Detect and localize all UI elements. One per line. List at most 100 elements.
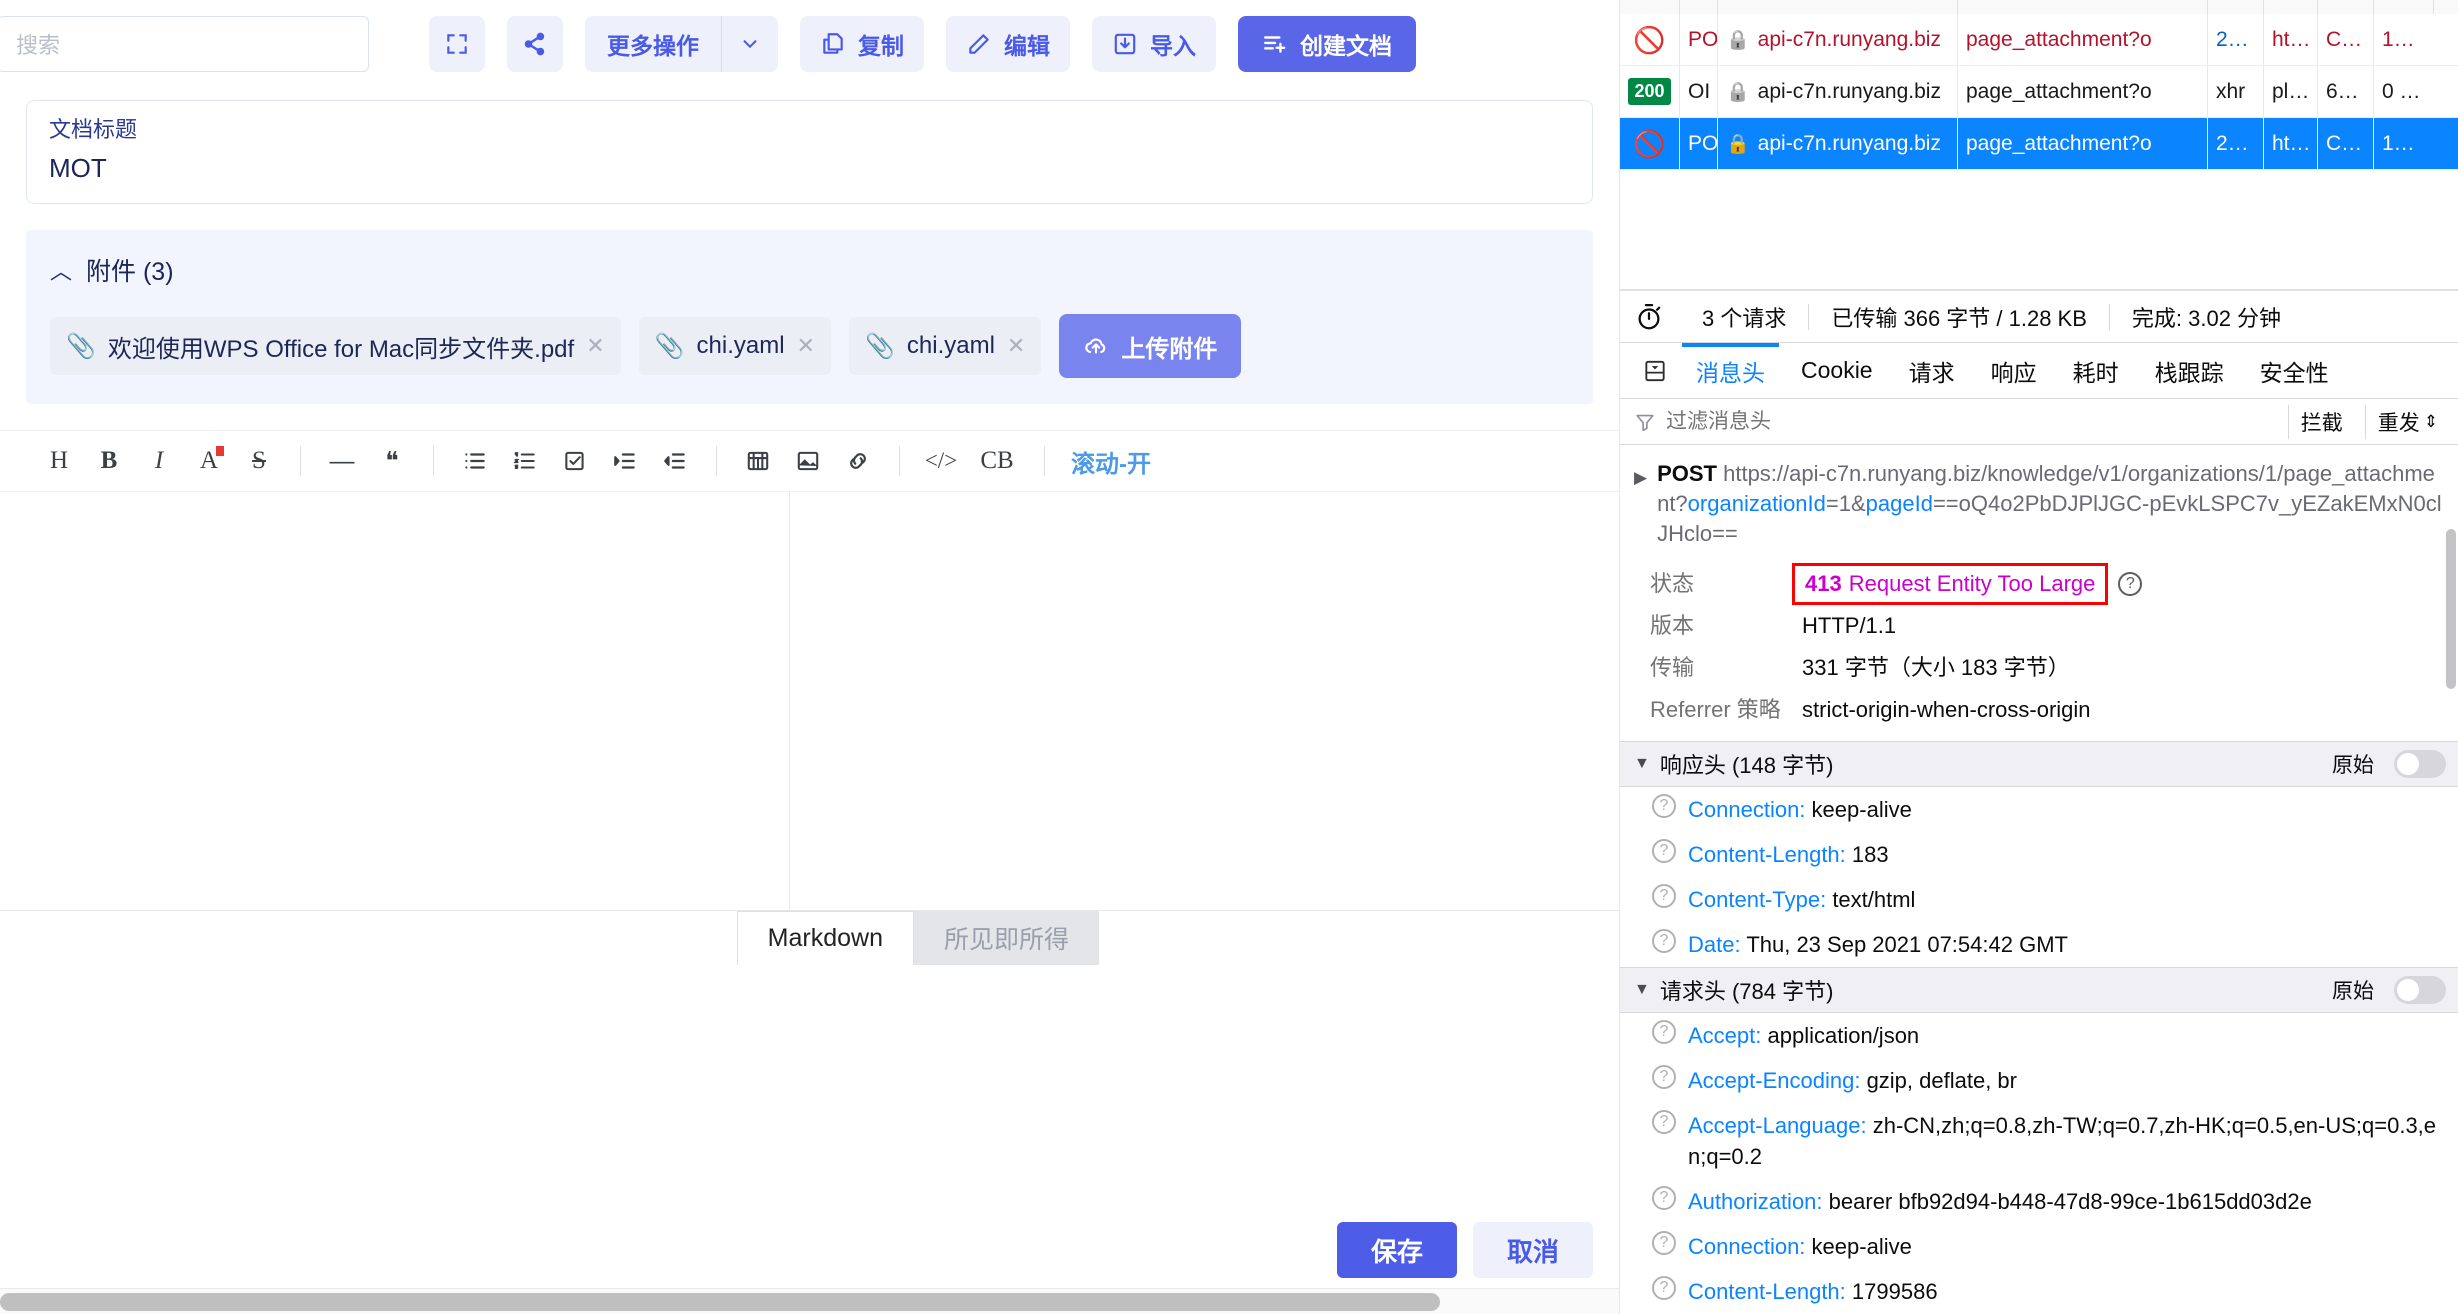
fullscreen-button[interactable] xyxy=(429,16,485,72)
scroll-sync-toggle[interactable]: 滚动-开 xyxy=(1061,444,1161,479)
ordered-list-button[interactable] xyxy=(500,436,550,486)
attachment-chip[interactable]: 📎 chi.yaml ✕ xyxy=(849,317,1042,375)
link-button[interactable] xyxy=(833,436,883,486)
attachments-panel: ︿ 附件 (3) 📎 欢迎使用WPS Office for Mac同步文件夹.p… xyxy=(26,230,1593,404)
strikethrough-button[interactable]: S xyxy=(234,436,284,486)
header-help-icon[interactable]: ? xyxy=(1652,1276,1676,1300)
more-actions-button[interactable]: 更多操作 xyxy=(585,16,721,72)
summary-request-count: 3 个请求 xyxy=(1702,305,1787,331)
header-text: Content-Length: 183 xyxy=(1688,839,1889,870)
header-help-icon[interactable]: ? xyxy=(1652,1186,1676,1210)
checklist-icon xyxy=(562,448,588,474)
header-help-icon[interactable]: ? xyxy=(1652,1020,1676,1044)
italic-button[interactable]: I xyxy=(134,436,184,486)
tab-markdown[interactable]: Markdown xyxy=(736,911,914,965)
attachments-header[interactable]: ︿ 附件 (3) xyxy=(50,252,1569,288)
import-button[interactable]: 导入 xyxy=(1092,16,1216,72)
attachment-chip[interactable]: 📎 欢迎使用WPS Office for Mac同步文件夹.pdf ✕ xyxy=(50,317,621,375)
checklist-button[interactable] xyxy=(550,436,600,486)
table-row[interactable]: 🚫 PO 🔒 api-c7n.runyang.biz page_attachme… xyxy=(1620,118,2458,170)
response-raw-toggle[interactable] xyxy=(2394,750,2446,778)
chevron-down-icon[interactable]: ▼ xyxy=(1634,755,1650,773)
tab-timings[interactable]: 耗时 xyxy=(2055,343,2137,399)
search-input[interactable]: 搜索 xyxy=(0,16,369,72)
tab-cookies[interactable]: Cookie xyxy=(1783,343,1891,399)
remove-attachment-icon[interactable]: ✕ xyxy=(797,333,815,359)
markdown-source-editor[interactable] xyxy=(0,492,790,910)
blockquote-button[interactable]: ❝ xyxy=(367,436,417,486)
tab-response[interactable]: 响应 xyxy=(1973,343,2055,399)
request-url-block[interactable]: ▶ POST https://api-c7n.runyang.biz/knowl… xyxy=(1620,445,2458,559)
header-help-icon[interactable]: ? xyxy=(1652,1231,1676,1255)
table-button[interactable] xyxy=(733,436,783,486)
table-row[interactable]: 200 OI 🔒 api-c7n.runyang.biz page_attach… xyxy=(1620,66,2458,118)
request-time-cell: 0 … xyxy=(2382,79,2421,103)
toggle-detail-panel-icon[interactable] xyxy=(1632,358,1678,384)
bullet-list-icon xyxy=(462,448,488,474)
bullet-list-button[interactable] xyxy=(450,436,500,486)
copy-icon xyxy=(820,31,846,57)
more-actions-label: 更多操作 xyxy=(607,33,699,59)
detail-vertical-scrollbar[interactable] xyxy=(2446,529,2456,689)
share-button[interactable] xyxy=(507,16,563,72)
headers-detail-body[interactable]: ▶ POST https://api-c7n.runyang.biz/knowl… xyxy=(1620,445,2458,1314)
horizontal-scrollbar-track[interactable] xyxy=(0,1288,1619,1314)
more-actions-dropdown-button[interactable] xyxy=(722,16,778,72)
header-help-icon[interactable]: ? xyxy=(1652,839,1676,863)
link-icon xyxy=(845,448,871,474)
expand-url-caret-icon[interactable]: ▶ xyxy=(1634,468,1647,488)
table-row[interactable]: 🚫 PO 🔒 api-c7n.runyang.biz page_attachme… xyxy=(1620,14,2458,66)
create-document-button[interactable]: 创建文档 xyxy=(1238,16,1416,72)
document-title-card[interactable]: 文档标题 MOT xyxy=(26,100,1593,204)
indent-button[interactable] xyxy=(600,436,650,486)
response-headers-list: ? Connection: keep-alive ? Content-Lengt… xyxy=(1620,787,2458,967)
more-actions-split-button[interactable]: 更多操作 xyxy=(585,16,778,72)
upload-attachment-button[interactable]: 上传附件 xyxy=(1059,314,1242,378)
filter-headers-input[interactable] xyxy=(1666,409,2278,434)
document-editor-pane: 搜索 更多操作 复制 编辑 导入 创建文档 文档标题 MOT ︿ 附件 (3) … xyxy=(0,0,1620,1314)
tab-security[interactable]: 安全性 xyxy=(2242,343,2347,399)
status-help-icon[interactable]: ? xyxy=(2118,572,2143,596)
tab-wysiwyg[interactable]: 所见即所得 xyxy=(913,911,1099,965)
header-help-icon[interactable]: ? xyxy=(1652,794,1676,818)
heading-button[interactable]: H xyxy=(34,436,84,486)
code-block-button[interactable]: CB xyxy=(966,436,1028,486)
edit-button[interactable]: 编辑 xyxy=(946,16,1070,72)
tab-headers[interactable]: 消息头 xyxy=(1678,342,1783,399)
image-button[interactable] xyxy=(783,436,833,486)
block-request-button[interactable]: 拦截 xyxy=(2287,404,2355,439)
font-color-button[interactable]: A xyxy=(184,436,234,486)
tab-request[interactable]: 请求 xyxy=(1891,343,1973,399)
horizontal-rule-button[interactable]: — xyxy=(317,436,367,486)
request-list-column-headers[interactable] xyxy=(1620,0,2458,14)
strikethrough-icon: S xyxy=(252,447,266,474)
request-size-cell: C… xyxy=(2318,14,2374,65)
header-help-icon[interactable]: ? xyxy=(1652,884,1676,908)
request-headers-section-header[interactable]: ▼ 请求头 (784 字节) 原始 xyxy=(1620,967,2458,1013)
header-help-icon[interactable]: ? xyxy=(1652,1110,1676,1134)
quote-icon: ❝ xyxy=(385,448,399,475)
copy-button[interactable]: 复制 xyxy=(800,16,924,72)
tab-stack-trace[interactable]: 栈跟踪 xyxy=(2137,343,2242,399)
request-type-cell: xhr xyxy=(2208,66,2264,117)
response-raw-label: 原始 xyxy=(2332,754,2374,777)
cancel-button[interactable]: 取消 xyxy=(1472,1222,1593,1278)
bold-button[interactable]: B xyxy=(84,436,134,486)
response-headers-section-header[interactable]: ▼ 响应头 (148 字节) 原始 xyxy=(1620,741,2458,787)
resend-request-button[interactable]: 重发 ⇕ xyxy=(2364,404,2450,439)
overview-row-status: 状态 413 Request Entity Too Large ? xyxy=(1620,563,2458,605)
overview-value: 413 Request Entity Too Large ? xyxy=(1792,563,2143,605)
summary-transferred: 已传输 366 字节 / 1.28 KB xyxy=(1831,305,2087,331)
remove-attachment-icon[interactable]: ✕ xyxy=(1007,333,1025,359)
attachment-chip[interactable]: 📎 chi.yaml ✕ xyxy=(638,317,831,375)
save-button[interactable]: 保存 xyxy=(1336,1222,1457,1278)
remove-attachment-icon[interactable]: ✕ xyxy=(586,333,604,359)
header-help-icon[interactable]: ? xyxy=(1652,929,1676,953)
image-icon xyxy=(795,448,821,474)
chevron-down-icon[interactable]: ▼ xyxy=(1634,981,1650,999)
horizontal-scrollbar-thumb[interactable] xyxy=(0,1293,1440,1311)
header-help-icon[interactable]: ? xyxy=(1652,1065,1676,1089)
outdent-button[interactable] xyxy=(650,436,700,486)
request-raw-toggle[interactable] xyxy=(2394,976,2446,1004)
inline-code-button[interactable]: </> xyxy=(916,436,966,486)
